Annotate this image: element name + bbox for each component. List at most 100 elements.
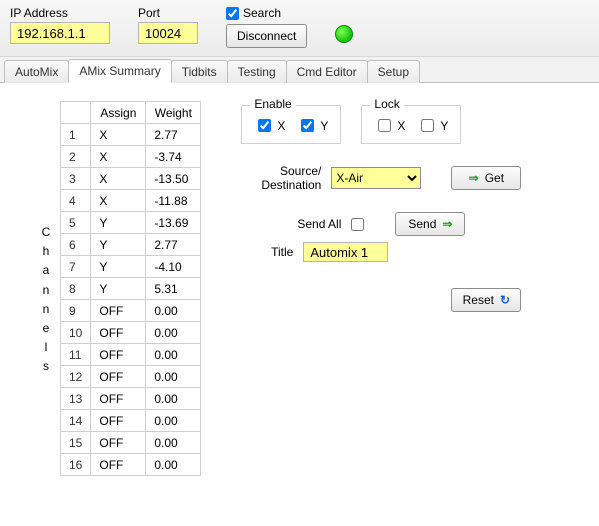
table-row[interactable]: 4X-11.88 [61, 190, 201, 212]
enable-x-checkbox-row[interactable]: X [254, 116, 285, 135]
row-assign: OFF [91, 410, 146, 432]
enable-group: Enable X Y [241, 105, 341, 144]
lock-x-checkbox-row[interactable]: X [374, 116, 405, 135]
row-weight: 2.77 [146, 124, 201, 146]
row-assign: Y [91, 234, 146, 256]
row-weight: 0.00 [146, 388, 201, 410]
title-row: Title [241, 242, 521, 262]
table-row[interactable]: 1X2.77 [61, 124, 201, 146]
row-index: 7 [61, 256, 91, 278]
tab-amix-summary[interactable]: AMix Summary [68, 59, 171, 83]
tab-testing[interactable]: Testing [227, 60, 287, 83]
row-assign: OFF [91, 454, 146, 476]
row-weight: 0.00 [146, 410, 201, 432]
enable-lock-row: Enable X Y Lock X Y [241, 105, 521, 144]
table-row[interactable]: 10OFF0.00 [61, 322, 201, 344]
row-index: 14 [61, 410, 91, 432]
port-input[interactable] [138, 22, 198, 44]
port-field-group: Port [138, 6, 198, 44]
send-button[interactable]: Send ⇒ [395, 212, 465, 236]
top-toolbar: IP Address Port Search Disconnect [0, 0, 599, 57]
connection-column: Search Disconnect [226, 6, 307, 48]
table-row[interactable]: 11OFF0.00 [61, 344, 201, 366]
search-checkbox-row[interactable]: Search [226, 6, 307, 20]
srcdest-select[interactable]: X-Air [331, 167, 421, 189]
row-weight: -11.88 [146, 190, 201, 212]
col-header-assign: Assign [91, 102, 146, 124]
table-row[interactable]: 14OFF0.00 [61, 410, 201, 432]
channels-table: Assign Weight 1X2.772X-3.743X-13.504X-11… [60, 101, 201, 476]
row-index: 10 [61, 322, 91, 344]
enable-y-checkbox-row[interactable]: Y [297, 116, 328, 135]
ip-label: IP Address [10, 6, 110, 20]
search-checkbox[interactable] [226, 7, 239, 20]
right-column: Enable X Y Lock X Y Source/ Destination … [241, 101, 521, 476]
row-assign: OFF [91, 388, 146, 410]
srcdest-label: Source/ Destination [241, 164, 321, 192]
search-label: Search [243, 6, 281, 20]
title-input[interactable] [303, 242, 388, 262]
status-indicator-icon [335, 25, 353, 43]
table-row[interactable]: 12OFF0.00 [61, 366, 201, 388]
arrow-right-icon: ⇒ [442, 217, 452, 231]
row-weight: 0.00 [146, 322, 201, 344]
get-button[interactable]: ⇒ Get [451, 166, 521, 190]
tab-tidbits[interactable]: Tidbits [171, 60, 228, 83]
enable-legend: Enable [250, 97, 295, 111]
table-row[interactable]: 6Y2.77 [61, 234, 201, 256]
enable-y-checkbox[interactable] [301, 119, 314, 132]
row-index: 5 [61, 212, 91, 234]
row-assign: OFF [91, 344, 146, 366]
table-row[interactable]: 15OFF0.00 [61, 432, 201, 454]
sendall-label: Send All [297, 217, 341, 231]
row-index: 15 [61, 432, 91, 454]
table-row[interactable]: 3X-13.50 [61, 168, 201, 190]
row-index: 6 [61, 234, 91, 256]
lock-y-checkbox[interactable] [421, 119, 434, 132]
row-weight: 0.00 [146, 300, 201, 322]
arrow-right-icon: ⇒ [469, 171, 479, 185]
row-assign: OFF [91, 432, 146, 454]
channels-vertical-label: Channels [40, 223, 52, 377]
row-assign: X [91, 168, 146, 190]
table-row[interactable]: 5Y-13.69 [61, 212, 201, 234]
tab-setup[interactable]: Setup [367, 60, 420, 83]
row-weight: 0.00 [146, 344, 201, 366]
disconnect-button[interactable]: Disconnect [226, 24, 307, 48]
row-assign: Y [91, 256, 146, 278]
row-index: 11 [61, 344, 91, 366]
send-block: Send All Send ⇒ Title [241, 212, 521, 262]
table-row[interactable]: 7Y-4.10 [61, 256, 201, 278]
row-assign: OFF [91, 300, 146, 322]
reset-button[interactable]: Reset ↻ [451, 288, 521, 312]
tab-strip: AutoMix AMix Summary Tidbits Testing Cmd… [0, 57, 599, 83]
row-assign: Y [91, 212, 146, 234]
ip-field-group: IP Address [10, 6, 110, 44]
row-weight: -13.69 [146, 212, 201, 234]
row-index: 2 [61, 146, 91, 168]
table-row[interactable]: 8Y5.31 [61, 278, 201, 300]
row-assign: OFF [91, 366, 146, 388]
tab-cmd-editor[interactable]: Cmd Editor [286, 60, 368, 83]
table-row[interactable]: 13OFF0.00 [61, 388, 201, 410]
ip-input[interactable] [10, 22, 110, 44]
lock-y-checkbox-row[interactable]: Y [417, 116, 448, 135]
lock-x-checkbox[interactable] [378, 119, 391, 132]
row-assign: Y [91, 278, 146, 300]
row-index: 4 [61, 190, 91, 212]
row-index: 3 [61, 168, 91, 190]
sendall-checkbox[interactable] [351, 218, 364, 231]
table-row[interactable]: 16OFF0.00 [61, 454, 201, 476]
row-index: 9 [61, 300, 91, 322]
tab-automix[interactable]: AutoMix [4, 60, 69, 83]
row-weight: -3.74 [146, 146, 201, 168]
tab-content: Channels Assign Weight 1X2.772X-3.743X-1… [0, 83, 599, 494]
row-index: 13 [61, 388, 91, 410]
port-label: Port [138, 6, 198, 20]
row-index: 8 [61, 278, 91, 300]
row-weight: 5.31 [146, 278, 201, 300]
table-row[interactable]: 9OFF0.00 [61, 300, 201, 322]
enable-x-checkbox[interactable] [258, 119, 271, 132]
refresh-icon: ↻ [500, 293, 510, 307]
table-row[interactable]: 2X-3.74 [61, 146, 201, 168]
